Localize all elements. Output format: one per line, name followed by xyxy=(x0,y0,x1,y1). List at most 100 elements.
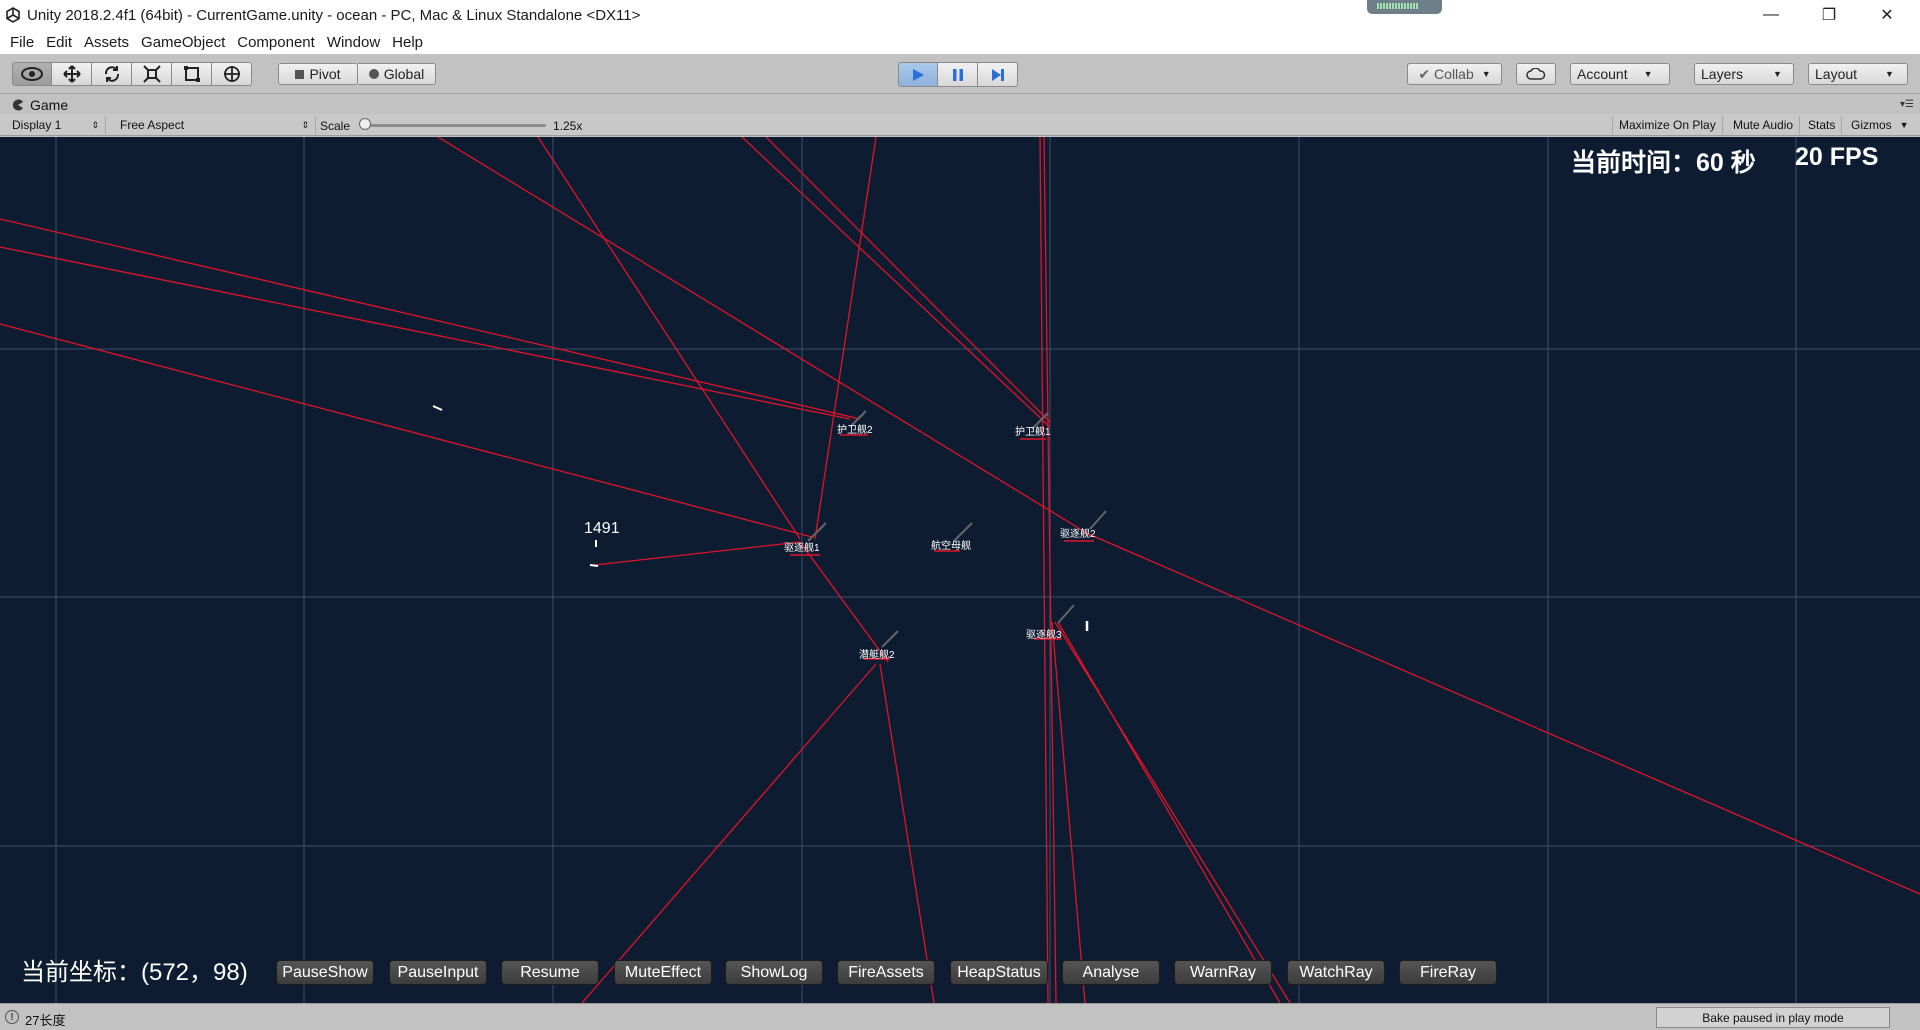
unit-label: 驱逐舰3 xyxy=(1026,630,1062,641)
rotate-tool-button[interactable] xyxy=(92,62,132,86)
watchray-button[interactable]: WatchRay xyxy=(1287,960,1385,985)
transform-icon xyxy=(223,66,240,82)
scene-canvas xyxy=(0,137,1920,1003)
bake-status: Bake paused in play mode xyxy=(1656,1007,1890,1028)
fireassets-button[interactable]: FireAssets xyxy=(837,960,935,985)
menu-edit[interactable]: Edit xyxy=(40,34,78,51)
pause-button[interactable] xyxy=(938,62,978,87)
collab-dropdown[interactable]: ✔ Collab ▼ xyxy=(1407,63,1502,85)
debug-button-row: PauseShow PauseInput Resume MuteEffect S… xyxy=(0,960,1920,990)
unit-label: 驱逐舰1 xyxy=(784,543,820,554)
play-button[interactable] xyxy=(898,62,938,87)
warning-rays xyxy=(0,137,1920,1003)
transform-tools xyxy=(12,62,252,86)
menu-bar: File Edit Assets GameObject Component Wi… xyxy=(0,30,1920,54)
mute-audio-toggle[interactable]: Mute Audio xyxy=(1727,116,1801,134)
scale-slider-track[interactable] xyxy=(362,124,546,127)
pivot-toggle[interactable]: Pivot xyxy=(278,63,358,85)
scale-tool-button[interactable] xyxy=(132,62,172,86)
pause-icon xyxy=(952,68,963,81)
chevron-down-icon: ▼ xyxy=(1885,69,1894,79)
status-bar: ! 27长度 Bake paused in play mode xyxy=(0,1003,1920,1030)
window-title-bar: Unity 2018.2.4f1 (64bit) - CurrentGame.u… xyxy=(0,0,1920,30)
unity-logo-icon xyxy=(6,7,20,23)
missile-marker xyxy=(589,564,599,567)
pivot-icon xyxy=(295,69,305,79)
info-icon: ! xyxy=(5,1010,19,1024)
game-viewport[interactable]: 当前时间：60 秒 20 FPS 1491 护卫舰2 护卫舰1 驱逐舰1 航空母… xyxy=(0,137,1920,1003)
aspect-dropdown[interactable]: Free Aspect ⇕ xyxy=(114,116,316,134)
scale-slider-thumb[interactable] xyxy=(359,118,371,130)
menu-file[interactable]: File xyxy=(4,34,40,51)
showlog-button[interactable]: ShowLog xyxy=(725,960,823,985)
status-message[interactable]: 27长度 xyxy=(25,1010,65,1029)
hud-current-time: 当前时间：60 秒 xyxy=(1571,149,1756,177)
gizmos-dropdown[interactable]: Gizmos ▼ xyxy=(1845,116,1915,134)
main-toolbar: Pivot Global ✔ Collab ▼ Account ▼ Layers… xyxy=(0,54,1920,94)
scale-value: 1.25x xyxy=(553,119,583,133)
unit-label: 潜艇舰2 xyxy=(859,650,895,661)
maximize-on-play-toggle[interactable]: Maximize On Play xyxy=(1612,116,1723,134)
grid-lines xyxy=(0,137,1920,1003)
unit-label: 护卫舰2 xyxy=(837,425,873,436)
cloud-icon xyxy=(1526,68,1546,80)
updown-icon: ⇕ xyxy=(91,119,99,130)
pauseshow-button[interactable]: PauseShow xyxy=(276,960,374,985)
game-panel-tabbar: Game ▾☰ xyxy=(0,95,1920,114)
unit-label: 护卫舰1 xyxy=(1015,427,1051,438)
counter-label: 1491 xyxy=(584,520,620,537)
maximize-button[interactable]: ❐ xyxy=(1800,0,1858,30)
menu-help[interactable]: Help xyxy=(386,34,429,51)
playback-controls xyxy=(898,62,1018,87)
minimize-button[interactable]: — xyxy=(1742,0,1800,30)
panel-menu-icon[interactable]: ▾☰ xyxy=(1900,99,1914,110)
window-title: Unity 2018.2.4f1 (64bit) - CurrentGame.u… xyxy=(27,6,641,24)
scale-icon xyxy=(142,65,161,83)
step-icon xyxy=(991,68,1004,81)
step-button[interactable] xyxy=(978,62,1018,87)
transform-tool-button[interactable] xyxy=(212,62,252,86)
move-tool-button[interactable] xyxy=(52,62,92,86)
chevron-down-icon: ▼ xyxy=(1481,69,1491,79)
scale-label: Scale xyxy=(320,119,351,133)
menu-component[interactable]: Component xyxy=(231,34,321,51)
rect-icon xyxy=(183,66,200,82)
chevron-down-icon: ▼ xyxy=(1899,120,1909,130)
pauseinput-button[interactable]: PauseInput xyxy=(389,960,487,985)
view-tool-button[interactable] xyxy=(12,62,52,86)
menu-assets[interactable]: Assets xyxy=(78,34,135,51)
rect-tool-button[interactable] xyxy=(172,62,212,86)
game-controls-bar: Display 1 ⇕ Free Aspect ⇕ Scale 1.25x Ma… xyxy=(0,114,1920,136)
menu-gameobject[interactable]: GameObject xyxy=(135,34,231,51)
play-icon xyxy=(913,68,924,81)
eye-icon xyxy=(21,67,43,81)
warnray-button[interactable]: WarnRay xyxy=(1174,960,1272,985)
fireray-button[interactable]: FireRay xyxy=(1399,960,1497,985)
hud-fps: 20 FPS xyxy=(1795,143,1879,171)
account-dropdown[interactable]: Account ▼ xyxy=(1570,63,1670,85)
muteeffect-button[interactable]: MuteEffect xyxy=(614,960,712,985)
chevron-down-icon: ▼ xyxy=(1773,69,1782,79)
menu-window[interactable]: Window xyxy=(321,34,386,51)
move-icon xyxy=(62,65,81,83)
layers-dropdown[interactable]: Layers ▼ xyxy=(1694,63,1794,85)
performance-meter xyxy=(1367,0,1442,14)
analyse-button[interactable]: Analyse xyxy=(1062,960,1160,985)
cloud-button[interactable] xyxy=(1516,63,1556,85)
missile-marker xyxy=(432,405,443,411)
globe-icon xyxy=(368,69,379,79)
chevron-down-icon: ▼ xyxy=(1643,69,1653,79)
layout-dropdown[interactable]: Layout ▼ xyxy=(1808,63,1908,85)
tab-game[interactable]: Game xyxy=(4,95,68,114)
rotate-icon xyxy=(104,66,119,82)
unit-label: 驱逐舰2 xyxy=(1060,529,1096,540)
unit-label: 航空母舰 xyxy=(931,541,971,552)
global-toggle[interactable]: Global xyxy=(358,63,436,85)
heapstatus-button[interactable]: HeapStatus xyxy=(950,960,1048,985)
pacman-icon xyxy=(12,99,23,110)
stats-toggle[interactable]: Stats xyxy=(1802,116,1843,134)
display-dropdown[interactable]: Display 1 ⇕ xyxy=(6,116,106,134)
resume-button[interactable]: Resume xyxy=(501,960,599,985)
close-button[interactable]: ✕ xyxy=(1858,0,1916,30)
updown-icon: ⇕ xyxy=(301,119,309,130)
